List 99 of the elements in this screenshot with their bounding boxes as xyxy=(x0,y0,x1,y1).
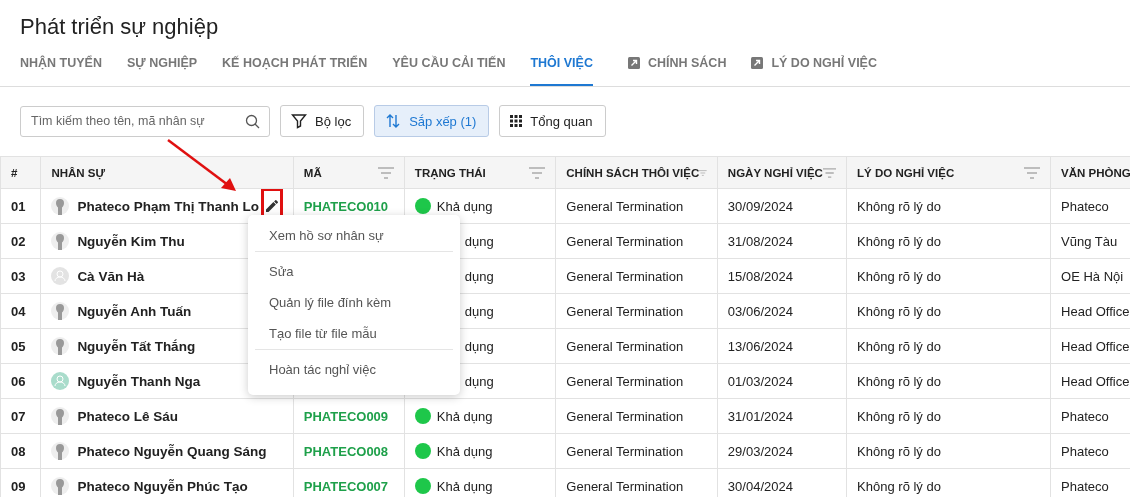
row-number: 03 xyxy=(11,268,26,284)
menu-item[interactable]: Hoàn tác nghỉ việc xyxy=(255,354,453,385)
row-number: 08 xyxy=(11,443,26,459)
table-cell: Vũng Tàu xyxy=(1061,233,1118,249)
row-number: 05 xyxy=(11,338,26,354)
tab[interactable]: CHÍNH SÁCH xyxy=(627,49,727,86)
column-header: LÝ DO NGHỈ VIỆC xyxy=(846,156,1051,189)
table-cell: General Termination xyxy=(566,303,684,319)
menu-item[interactable]: Quản lý file đính kèm xyxy=(255,287,453,318)
employee-name[interactable]: Cà Văn Hà xyxy=(77,268,145,284)
employee-code: PHATECO009 xyxy=(303,408,389,424)
table-cell: 31/01/2024 xyxy=(727,408,793,424)
column-header: TRẠNG THÁI xyxy=(404,156,556,189)
row-number: 01 xyxy=(11,198,26,214)
employee-name[interactable]: Nguyễn Tất Thắng xyxy=(77,338,196,354)
tab[interactable]: YÊU CẦU CẢI TIẾN xyxy=(392,49,506,86)
status-text: Khả dụng xyxy=(436,408,493,424)
grid-icon xyxy=(510,115,523,127)
external-link-icon xyxy=(751,57,764,69)
tab[interactable]: NHẬN TUYỂN xyxy=(20,49,102,86)
row-number: 07 xyxy=(11,408,26,424)
table-cell: Phateco xyxy=(1061,198,1109,214)
toolbar-button[interactable]: Bộ lọc xyxy=(280,105,365,137)
row-number: 09 xyxy=(11,478,26,494)
arrow-annotation xyxy=(166,138,238,194)
table-cell: 29/03/2024 xyxy=(727,443,793,459)
table-cell: 30/04/2024 xyxy=(727,478,793,494)
table-cell: General Termination xyxy=(566,373,684,389)
menu-item[interactable]: Xem hồ sơ nhân sự xyxy=(255,220,453,252)
employee-name[interactable]: Nguyễn Kim Thu xyxy=(77,233,185,249)
tab[interactable]: LÝ DO NGHỈ VIỆC xyxy=(751,49,877,86)
table-cell: OE Hà Nội xyxy=(1061,268,1124,284)
table-cell: General Termination xyxy=(566,198,684,214)
status-text: dụng xyxy=(464,303,494,319)
row-number: 02 xyxy=(11,233,26,249)
menu-item[interactable]: Tạo file từ file mẫu xyxy=(255,318,453,350)
table-cell: 03/06/2024 xyxy=(727,303,793,319)
menu-item[interactable]: Sửa xyxy=(255,256,453,287)
employee-code: PHATECO008 xyxy=(303,443,389,459)
sort-icon xyxy=(385,113,402,129)
employee-code: PHATECO007 xyxy=(303,478,389,494)
table-cell: 13/06/2024 xyxy=(727,338,793,354)
external-link-icon xyxy=(627,57,640,69)
pencil-icon xyxy=(264,199,279,213)
table-cell: Không rõ lý do xyxy=(857,373,941,389)
column-header: VĂN PHÒNG xyxy=(1050,156,1130,189)
tab[interactable]: KẾ HOẠCH PHÁT TRIỂN xyxy=(222,49,368,86)
table-cell: 15/08/2024 xyxy=(727,268,793,284)
table-cell: General Termination xyxy=(566,233,684,249)
table-cell: Phateco xyxy=(1061,443,1109,459)
column-header: NGÀY NGHỈ VIỆC xyxy=(717,156,847,189)
table-cell: Phateco xyxy=(1061,408,1109,424)
table-cell: Head Office xyxy=(1061,338,1130,354)
status-text: Khả dụng xyxy=(436,443,493,459)
table-cell: Không rõ lý do xyxy=(857,198,941,214)
search-field[interactable]: Tìm kiếm theo tên, mã nhân sự xyxy=(20,105,270,137)
table-cell: General Termination xyxy=(566,268,684,284)
filter-lines-icon[interactable] xyxy=(377,166,394,179)
table-cell: 30/09/2024 xyxy=(727,198,793,214)
table-cell: Không rõ lý do xyxy=(857,338,941,354)
row-number: 06 xyxy=(11,373,26,389)
table-cell: General Termination xyxy=(566,443,684,459)
table-cell: Phateco xyxy=(1061,478,1109,494)
toolbar-button[interactable]: Sắp xếp (1) xyxy=(374,105,490,137)
table-cell: Không rõ lý do xyxy=(857,478,941,494)
column-header: CHÍNH SÁCH THÔI VIỆC xyxy=(555,156,718,189)
employee-name[interactable]: Phateco Lê Sáu xyxy=(77,408,178,424)
status-text: Khả dụng xyxy=(436,198,493,214)
table-cell: Head Office xyxy=(1061,373,1130,389)
filter-icon xyxy=(291,113,307,129)
status-text: Khả dụng xyxy=(436,478,493,494)
filter-lines-icon[interactable] xyxy=(1024,166,1041,179)
table-cell: Không rõ lý do xyxy=(857,233,941,249)
row-number: 04 xyxy=(11,303,26,319)
tab[interactable]: SỰ NGHIỆP xyxy=(126,49,198,86)
status-text: dụng xyxy=(464,268,494,284)
table-cell: Không rõ lý do xyxy=(857,408,941,424)
table-cell: Không rõ lý do xyxy=(857,268,941,284)
table-cell: General Termination xyxy=(566,408,684,424)
table-cell: Không rõ lý do xyxy=(857,443,941,459)
column-header: MÃ xyxy=(293,156,405,189)
tab[interactable]: THÔI VIỆC xyxy=(530,49,593,86)
table-cell: Không rõ lý do xyxy=(857,303,941,319)
employee-code: PHATECO010 xyxy=(303,198,389,214)
table-cell: General Termination xyxy=(566,338,684,354)
page-title: Phát triển sự nghiệp xyxy=(19,13,220,41)
table-cell: 31/08/2024 xyxy=(727,233,793,249)
table-cell: 01/03/2024 xyxy=(727,373,793,389)
search-icon xyxy=(245,113,260,129)
column-header: # xyxy=(0,156,41,189)
table-cell: Head Office xyxy=(1061,303,1130,319)
filter-lines-icon[interactable] xyxy=(529,166,546,179)
table-cell: General Termination xyxy=(566,478,684,494)
column-header: NHÂN SỰ xyxy=(40,156,294,189)
toolbar-button[interactable]: Tổng quan xyxy=(499,105,606,137)
status-text: dụng xyxy=(464,373,494,389)
status-text: dụng xyxy=(464,233,494,249)
status-text: dụng xyxy=(464,338,494,354)
filter-lines-icon[interactable] xyxy=(822,166,837,179)
